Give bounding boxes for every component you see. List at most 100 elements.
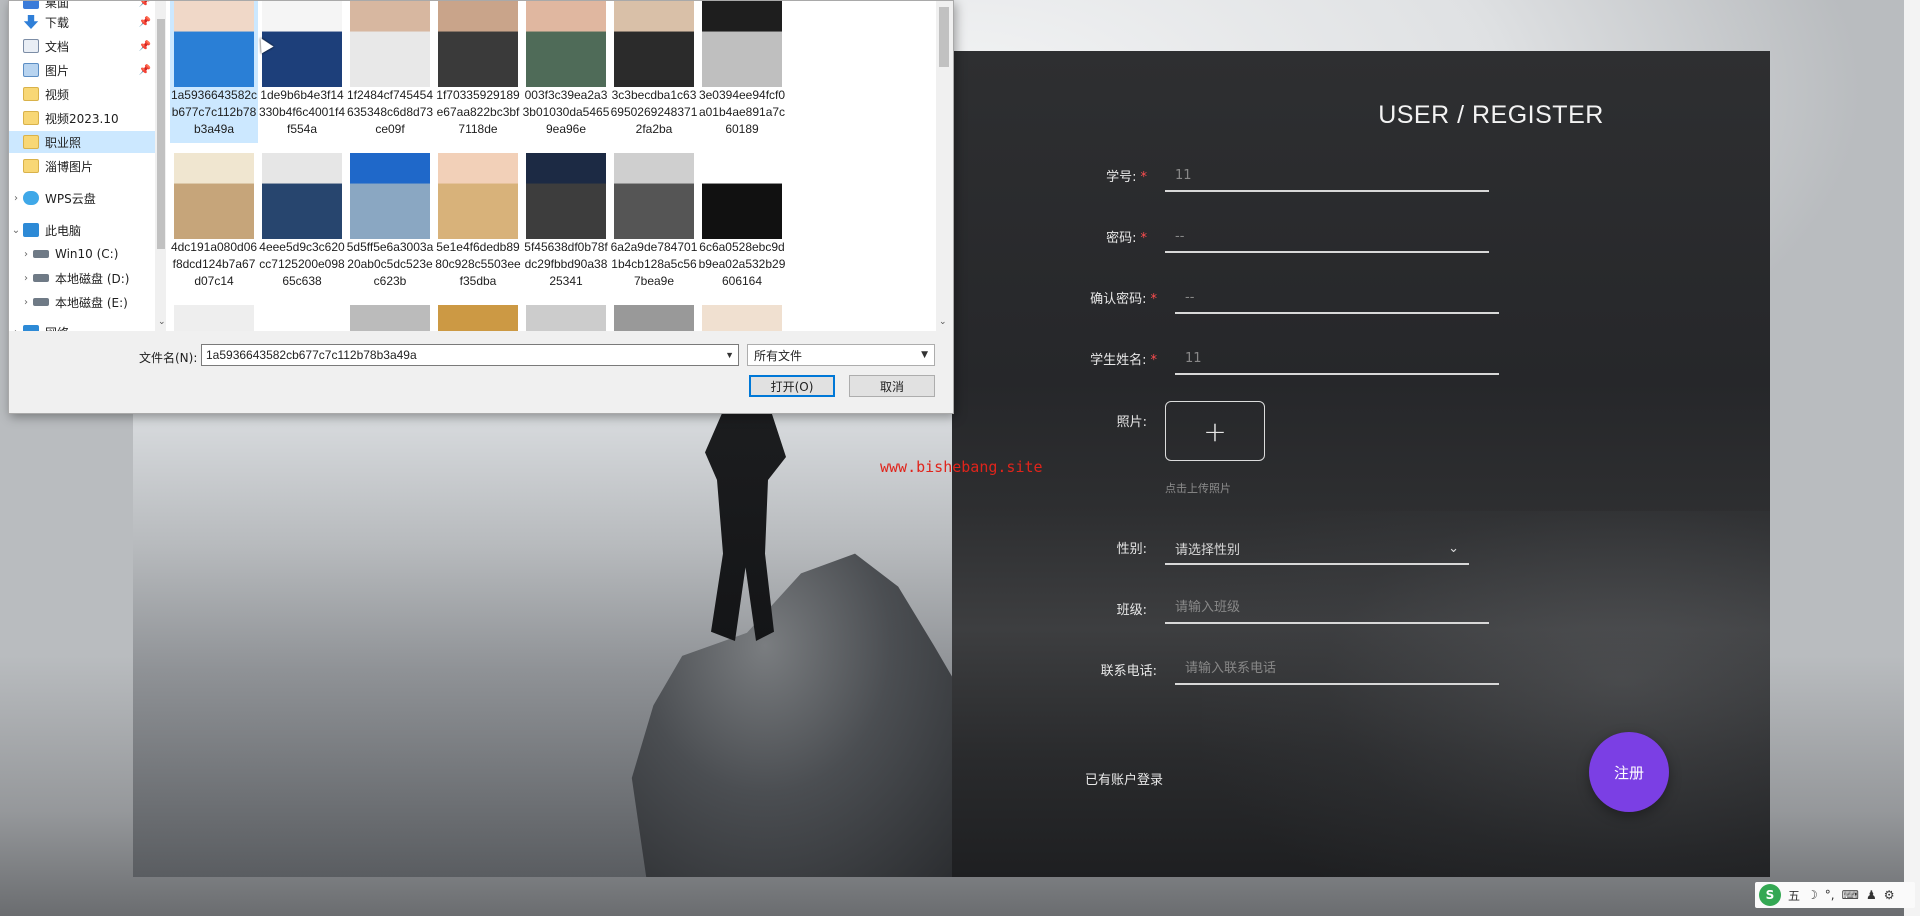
file-name-label: 1f2484cf745454635348c6d8d73ce09f (346, 88, 434, 136)
file-open-dialog: 桌面 📌 下载 📌 文档 📌 图片 📌 视频 视频2023.10 职业照 淄博图片 › W… (8, 0, 954, 414)
plus-icon: + (1203, 414, 1227, 448)
nav-item-network[interactable]: ›网络 (9, 321, 157, 331)
file-thumbnail[interactable] (610, 301, 698, 331)
student-id-label: 学号: * (1106, 170, 1147, 185)
nav-item-drive-e[interactable]: › 本地磁盘 (E:) (9, 291, 157, 313)
file-thumbnail[interactable]: 3e0394ee94fcf0a01b4ae891a7c60189 (698, 1, 786, 143)
folder-icon (23, 111, 39, 125)
ime-mode-label[interactable]: 五 (1788, 887, 1800, 904)
nav-item-wps-cloud[interactable]: › WPS云盘 (9, 187, 157, 209)
file-thumbnail[interactable] (522, 301, 610, 331)
phone-input[interactable] (1175, 653, 1499, 685)
file-thumbnail[interactable]: 1f70335929189e67aa822bc3bf7118de (434, 1, 522, 143)
file-thumbnail[interactable]: 4eee5d9c3c620cc7125200e09865c638 (258, 149, 346, 295)
student-name-input[interactable] (1175, 343, 1499, 375)
file-thumbnail[interactable]: 1de9b6b4e3f14330b4f6c4001f4f554a (258, 1, 346, 143)
open-button[interactable]: 打开(O) (749, 375, 835, 397)
file-thumbnail[interactable]: 3c3becdba1c636950269248371 2fa2ba (610, 1, 698, 143)
class-input[interactable] (1165, 592, 1489, 624)
scroll-down-icon: ⌄ (939, 317, 947, 327)
portrait-image (350, 153, 430, 239)
nav-item-drive-c[interactable]: › Win10 (C:) (9, 243, 157, 265)
drive-icon (33, 298, 49, 306)
gender-select[interactable]: 请选择性别 ⌄ (1165, 533, 1469, 565)
portrait-image (702, 305, 782, 331)
portrait-image (174, 305, 254, 331)
file-thumbnail[interactable]: 5f45638df0b78fdc29fbbd90a3825341 (522, 149, 610, 295)
folder-blue-icon (23, 1, 39, 9)
file-thumbnail[interactable]: 6c6a0528ebc9db9ea02a532b29606164 (698, 149, 786, 295)
collapse-icon: ⌄ (11, 224, 21, 236)
file-name-label: 1de9b6b4e3f14330b4f6c4001f4f554a (258, 88, 346, 136)
keyboard-icon[interactable]: ⌨ (1842, 888, 1859, 902)
file-thumbnail[interactable]: 1f2484cf745454635348c6d8d73ce09f (346, 1, 434, 143)
file-thumbnail[interactable]: 4dc191a080d06f8dcd124b7a67d07c14 (170, 149, 258, 295)
portrait-image (262, 153, 342, 239)
file-name-label: 1f70335929189e67aa822bc3bf7118de (436, 88, 520, 136)
nav-item-videos-2023[interactable]: 视频2023.10 (9, 107, 157, 129)
expand-icon: › (24, 296, 28, 308)
settings-icon[interactable]: ⚙ (1884, 888, 1895, 902)
file-thumbnail[interactable]: 003f3c39ea2a33b01030da54659ea96e (522, 1, 610, 143)
expand-icon: › (9, 327, 23, 332)
login-link[interactable]: 已有账户登录 (1085, 769, 1163, 788)
portrait-image (614, 305, 694, 331)
chevron-down-icon: ⌄ (1448, 540, 1459, 556)
filename-input[interactable]: 1a5936643582cb677c7c112b78b3a49a ▼ (201, 344, 739, 366)
nav-item-career-photos[interactable]: 职业照 (9, 131, 157, 153)
filetype-select[interactable]: 所有文件 ▼ (747, 344, 935, 366)
file-thumbnail[interactable] (170, 301, 258, 331)
expand-icon: › (24, 272, 28, 284)
file-thumbnail[interactable]: 1a5936643582cb677c7c112b78b3a49a (170, 1, 258, 143)
chevron-down-icon: ▼ (725, 350, 734, 360)
chevron-down-icon: ▼ (921, 350, 928, 360)
register-button[interactable]: 注册 (1589, 732, 1669, 812)
page-scrollbar[interactable] (1904, 0, 1920, 916)
nav-item-downloads[interactable]: 下载 📌 (9, 11, 157, 33)
portrait-image (174, 1, 254, 87)
moon-icon[interactable]: ☽ (1807, 888, 1818, 902)
computer-icon (23, 223, 39, 237)
nav-item-this-pc[interactable]: ⌄ 此电脑 (9, 219, 157, 241)
nav-item-documents[interactable]: 文档 📌 (9, 35, 157, 57)
file-name-label: 3c3becdba1c636950269248371 2fa2ba (610, 88, 698, 136)
system-tray: S 五 ☽ °, ⌨ ♟ ⚙ (1755, 882, 1915, 908)
nav-item-drive-d[interactable]: › 本地磁盘 (D:) (9, 267, 157, 289)
pin-icon: 📌 (138, 64, 151, 76)
nav-item-videos[interactable]: 视频 (9, 83, 157, 105)
portrait-image (702, 153, 782, 239)
watermark-text: www.bishebang.site (880, 458, 1043, 476)
confirm-password-input[interactable] (1175, 282, 1499, 314)
file-thumbnail[interactable]: 5d5ff5e6a3003a20ab0c5dc523ec623b (346, 149, 434, 295)
portrait-image (350, 1, 430, 87)
nav-item-pictures[interactable]: 图片 📌 (9, 59, 157, 81)
file-name-label: 3e0394ee94fcf0a01b4ae891a7c60189 (698, 88, 786, 136)
punctuation-icon[interactable]: °, (1825, 888, 1835, 902)
nav-item-zibo-pictures[interactable]: 淄博图片 (9, 155, 157, 177)
file-grid: 1a5936643582cb677c7c112b78b3a49a 1de9b6b4… (166, 1, 936, 331)
file-thumbnail[interactable] (698, 301, 786, 331)
cloud-icon (23, 191, 39, 205)
portrait-image (350, 305, 430, 331)
gender-label: 性别: (1116, 542, 1147, 557)
user-icon[interactable]: ♟ (1866, 888, 1877, 902)
file-thumbnail[interactable]: 5e1e4f6dedb8980c928c5503eef35dba (434, 149, 522, 295)
student-id-input[interactable] (1165, 160, 1489, 192)
portrait-image (614, 1, 694, 87)
scroll-thumb (939, 7, 949, 67)
required-mark: * (1150, 292, 1158, 307)
required-mark: * (1150, 353, 1158, 368)
expand-icon: › (24, 248, 28, 260)
file-thumbnail[interactable]: 6a2a9de7847011b4cb128a5c567bea9e (610, 149, 698, 295)
file-name-label: 4eee5d9c3c620cc7125200e09865c638 (259, 240, 345, 288)
file-thumbnail[interactable] (346, 301, 434, 331)
file-thumbnail[interactable] (434, 301, 522, 331)
photo-upload-button[interactable]: + (1165, 401, 1265, 461)
cancel-button[interactable]: 取消 (849, 375, 935, 397)
file-grid-scrollbar[interactable]: ⌄ (936, 1, 952, 331)
portrait-image (438, 1, 518, 87)
file-thumbnail[interactable] (258, 301, 346, 331)
file-name-label: 5d5ff5e6a3003a20ab0c5dc523ec623b (346, 240, 434, 288)
sogou-ime-icon[interactable]: S (1759, 884, 1781, 906)
password-input[interactable] (1165, 221, 1489, 253)
